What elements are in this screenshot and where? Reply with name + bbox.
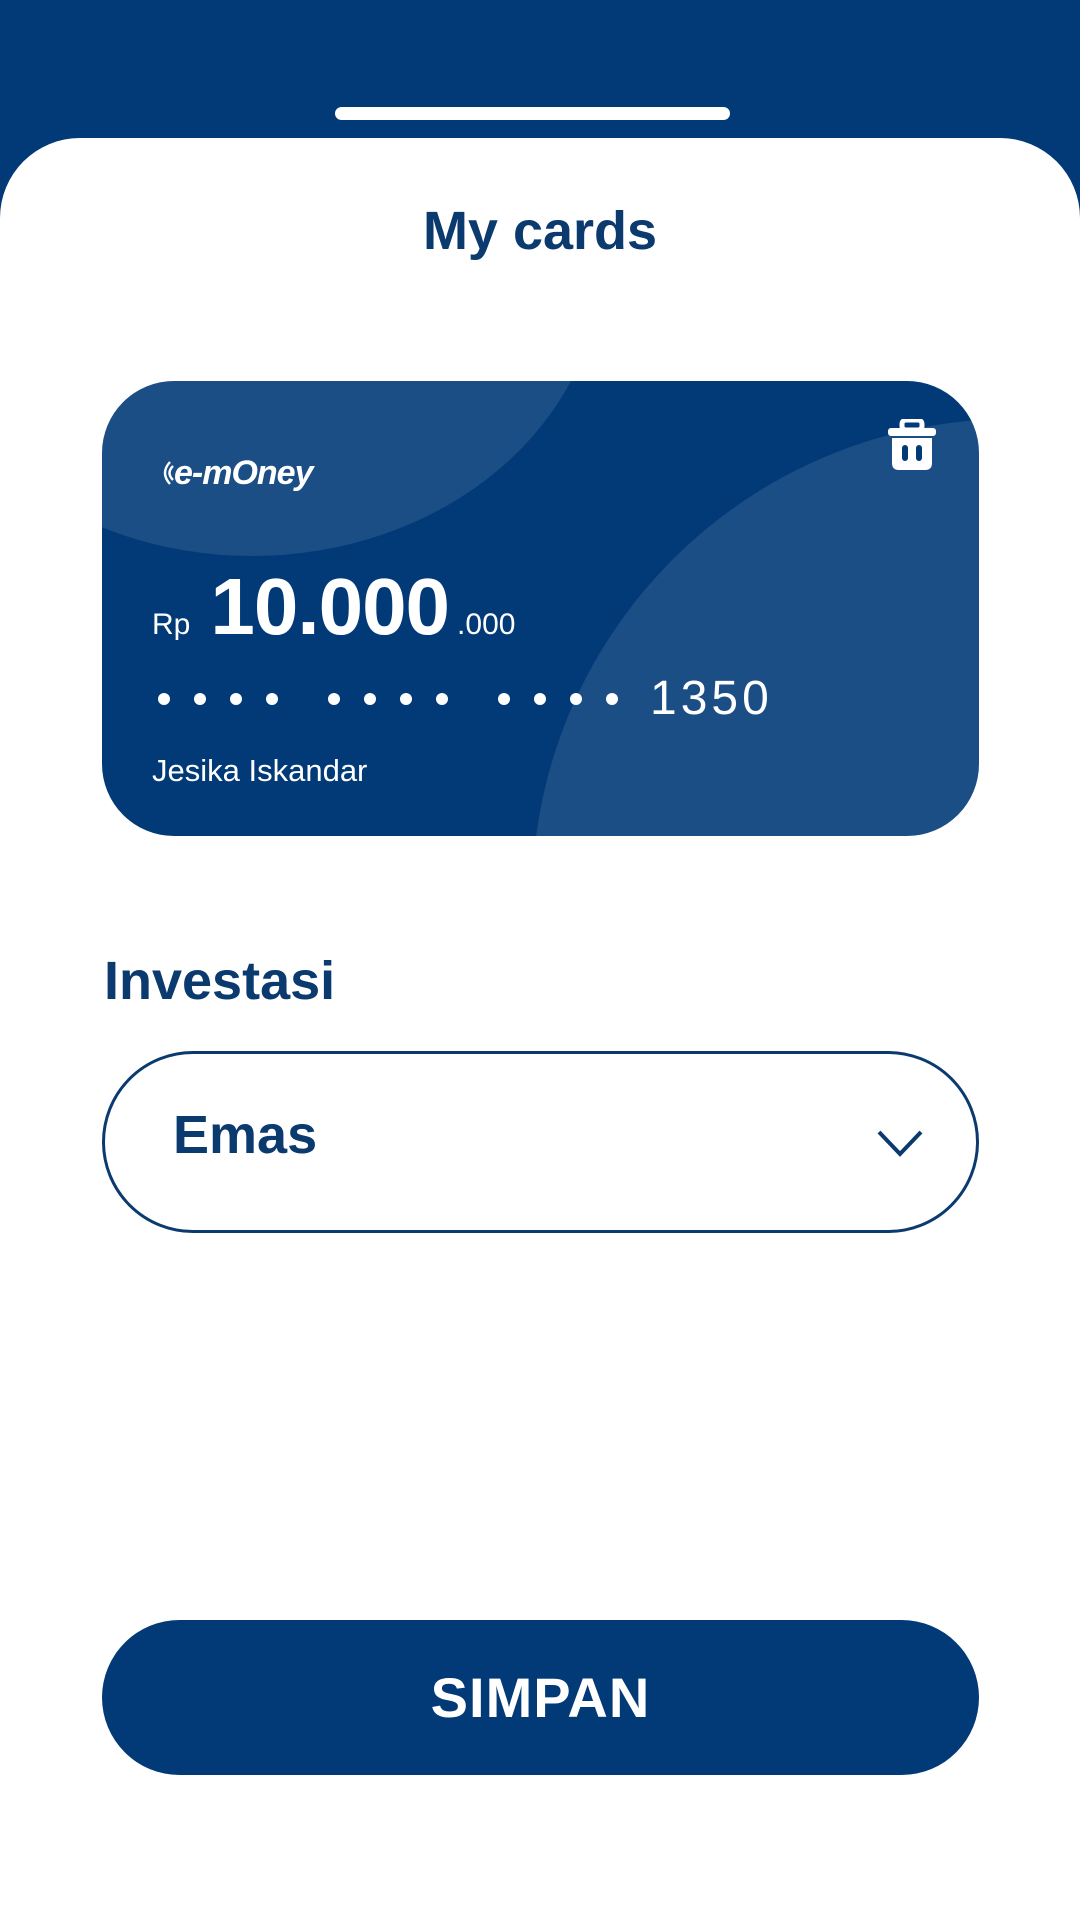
- currency-label: Rp: [152, 608, 191, 641]
- mask-dot: [194, 692, 206, 705]
- mask-dot: [570, 692, 582, 705]
- emoney-card[interactable]: e-mOney Rp 10.000 .000 1350 Jesika Iskan…: [102, 381, 979, 836]
- chevron-down-icon: [877, 1130, 923, 1157]
- mask-dot: [230, 692, 242, 705]
- emoney-logo: e-mOney: [158, 446, 313, 500]
- investment-label: Investasi: [104, 951, 336, 1011]
- masked-digits-group: [498, 692, 618, 705]
- masked-digits-group: [158, 692, 278, 705]
- mask-dot: [606, 692, 618, 705]
- drag-handle[interactable]: [335, 107, 730, 120]
- mask-dot: [158, 692, 170, 705]
- trash-icon[interactable]: [888, 419, 936, 471]
- save-button[interactable]: SIMPAN: [102, 1620, 979, 1775]
- bottom-sheet: My cards e-mOney Rp 10.000 .000 1350 Jes…: [0, 138, 1080, 1920]
- mask-dot: [400, 692, 412, 705]
- card-balance: Rp 10.000 .000: [152, 561, 515, 653]
- mask-dot: [534, 692, 546, 705]
- balance-decimal: .000: [457, 608, 516, 641]
- investment-select[interactable]: Emas: [102, 1051, 979, 1233]
- card-number: 1350: [158, 671, 773, 726]
- wave-icon: [163, 461, 174, 485]
- mask-dot: [266, 692, 278, 705]
- page-title: My cards: [422, 201, 658, 261]
- mask-dot: [498, 692, 510, 705]
- card-holder-name: Jesika Iskandar: [152, 753, 368, 788]
- balance-amount: 10.000: [210, 562, 450, 651]
- save-button-label: SIMPAN: [430, 1666, 651, 1729]
- masked-digits-group: [328, 692, 448, 705]
- investment-selected-value: Emas: [173, 1105, 318, 1165]
- mask-dot: [364, 692, 376, 705]
- mask-dot: [328, 692, 340, 705]
- card-decoration-right: [532, 419, 979, 836]
- mask-dot: [436, 692, 448, 705]
- card-last-digits: 1350: [650, 672, 773, 725]
- brand-name: e-mOney: [174, 453, 313, 492]
